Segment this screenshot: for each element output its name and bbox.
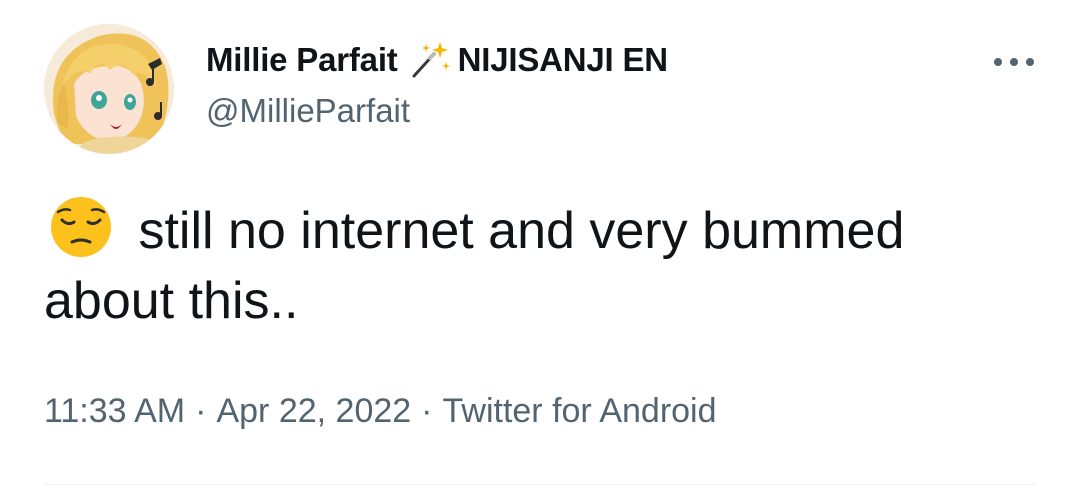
more-options-button[interactable]: [984, 44, 1044, 80]
more-options-icon: [994, 58, 1034, 66]
tweet-meta: 11:33 AM · Apr 22, 2022 · Twitter for Androi…: [44, 392, 717, 431]
author-display-name[interactable]: Millie Parfait: [206, 41, 398, 79]
avatar-image: [44, 24, 174, 154]
author-handle[interactable]: @MillieParfait: [206, 92, 410, 130]
divider: [44, 484, 1036, 485]
tweet-time[interactable]: 11:33 AM: [44, 392, 185, 430]
tweet-source[interactable]: Twitter for Android: [443, 392, 717, 430]
meta-separator: ·: [195, 392, 207, 430]
magic-wand-sparkle-icon: [408, 40, 452, 80]
tweet-card: Millie Parfait NIJISANJI EN @MillieParfa…: [0, 0, 1080, 489]
tweet-text-block: still no internet and very bummed about …: [44, 196, 944, 336]
pensive-face-emoji: [44, 196, 124, 258]
meta-separator: ·: [421, 392, 433, 430]
tweet-text: still no internet and very bummed about …: [44, 202, 905, 330]
author-name-row[interactable]: Millie Parfait NIJISANJI EN: [206, 38, 668, 82]
avatar[interactable]: [44, 24, 174, 154]
author-affiliation[interactable]: NIJISANJI EN: [458, 41, 669, 79]
tweet-date[interactable]: Apr 22, 2022: [216, 392, 411, 430]
